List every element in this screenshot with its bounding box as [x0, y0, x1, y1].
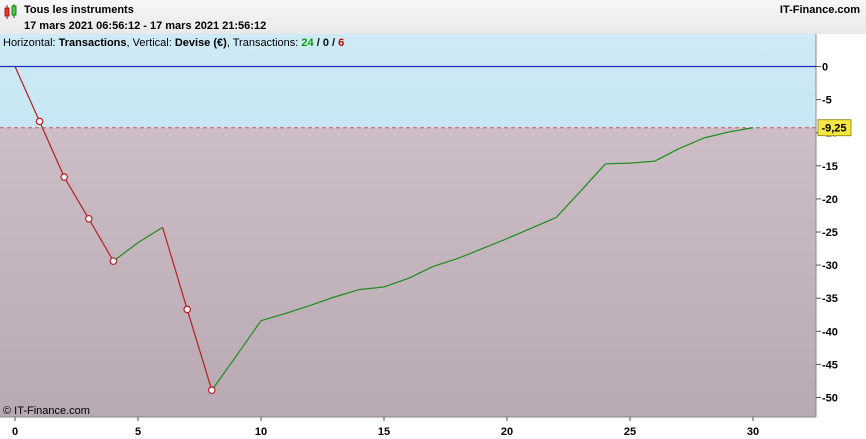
x-tick-label: 5	[135, 426, 141, 438]
loss-marker	[60, 173, 68, 181]
chart-window: Tous les instruments 17 mars 2021 06:56:…	[0, 0, 866, 439]
x-axis-area	[0, 417, 866, 439]
loss-marker	[208, 386, 216, 395]
y-tick-label: -5	[822, 95, 832, 107]
loss-marker	[183, 305, 192, 314]
x-tick-label: 15	[378, 426, 390, 438]
x-tick-label: 20	[501, 426, 513, 438]
chart-title: Tous les instruments	[24, 4, 134, 16]
y-tick-label: -45	[822, 359, 838, 371]
transactions-total: 24	[301, 37, 314, 49]
loss-marker	[85, 214, 93, 223]
horizontal-value: Transactions	[58, 37, 127, 49]
vertical-value: Devise (€)	[174, 37, 227, 49]
chart-info: Horizontal: Transactions, Vertical: Devi…	[3, 37, 345, 49]
horizontal-label: Horizontal:	[3, 37, 56, 49]
x-tick-label: 0	[12, 426, 18, 438]
chart-header: Tous les instruments 17 mars 2021 06:56:…	[0, 0, 866, 35]
y-tick-label: -50	[822, 393, 838, 405]
threshold-badge-label: -9,25	[821, 123, 846, 135]
x-tick-label: 25	[624, 426, 636, 438]
y-tick-label: -15	[822, 161, 838, 173]
y-tick-label: 0	[822, 62, 828, 74]
transactions-label: Transactions:	[232, 37, 299, 49]
candlestick-icon	[4, 4, 17, 19]
transactions-losses: 6	[338, 37, 345, 49]
transactions-zero: 0	[322, 37, 329, 49]
y-tick-label: -25	[822, 227, 838, 239]
date-range: 17 mars 2021 06:56:12 - 17 mars 2021 21:…	[24, 20, 267, 32]
vertical-label: Vertical:	[132, 37, 172, 49]
loss-marker	[35, 117, 44, 126]
equity-chart: 0-5-10-15-20-25-30-35-40-45-500510152025…	[0, 34, 866, 439]
y-tick-label: -30	[822, 260, 838, 272]
y-tick-label: -20	[822, 194, 838, 206]
y-tick-label: -40	[822, 326, 838, 338]
brand-link[interactable]: IT-Finance.com	[780, 4, 860, 16]
y-tick-label: -35	[822, 293, 838, 305]
x-tick-label: 30	[747, 426, 759, 438]
copyright-text: © IT-Finance.com	[3, 405, 90, 417]
equity-segment	[605, 162, 631, 165]
loss-zone	[0, 127, 816, 418]
x-tick-label: 10	[255, 426, 267, 438]
loss-marker	[109, 257, 118, 265]
